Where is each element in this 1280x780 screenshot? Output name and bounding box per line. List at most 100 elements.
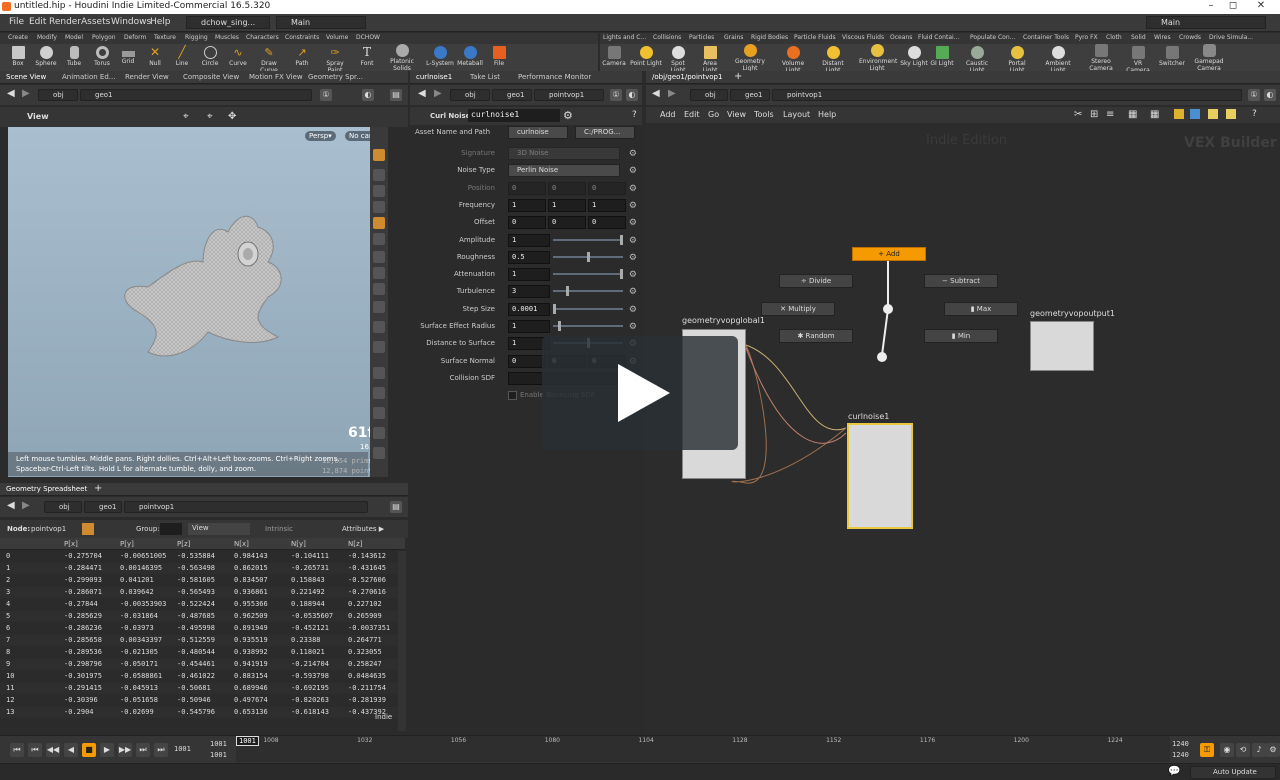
tool-point-light[interactable]: Point Light (630, 46, 662, 67)
tool-metaball[interactable]: Metaball (456, 46, 484, 67)
chat-icon[interactable]: 💬 (1168, 766, 1180, 777)
table-row[interactable]: 12 -0.30396 -0.051658 -0.50946 0.497674 -0.82… (0, 695, 398, 706)
sticky-icon[interactable] (1208, 109, 1218, 119)
shelf-tab-particle-fluids[interactable]: Particle Fluids (794, 34, 836, 41)
tool-sky-light[interactable]: Sky Light (900, 46, 928, 67)
end-frame-field[interactable]: 1240 (1172, 740, 1189, 748)
tool-grid[interactable]: Grid (114, 46, 142, 65)
table-row[interactable]: 1 -0.284471 0.00146395 -0.563498 0.862015 -0.… (0, 563, 398, 574)
add-tab-icon[interactable]: + (734, 71, 742, 82)
current-frame-field[interactable]: 1001 (174, 745, 191, 753)
color-palette-icon[interactable] (1174, 109, 1184, 119)
tool-tube[interactable]: Tube (60, 46, 88, 67)
shape-palette-icon[interactable] (1190, 109, 1200, 119)
jump-end-button[interactable]: ⏭ (154, 743, 168, 757)
back-arrow-icon[interactable]: ◀ (7, 88, 15, 99)
add-node-button[interactable]: + Add (852, 247, 926, 261)
node-name-field[interactable]: curlnoise1 (468, 109, 560, 122)
gear-icon[interactable]: ⚙ (629, 201, 637, 211)
shelf-tab-texture[interactable]: Texture (154, 34, 176, 41)
col-ny[interactable]: N[y] (291, 540, 306, 548)
tab-geometry-spreadsheet[interactable]: Geometry Spreadsheet (6, 485, 87, 493)
col-nx[interactable]: N[x] (234, 540, 249, 548)
link-icon[interactable]: ◐ (1264, 89, 1276, 101)
main-selector[interactable]: Main (276, 16, 366, 29)
tool-caustic-light[interactable]: Caustic Light (960, 46, 994, 74)
shelf-tab-solid[interactable]: Solid (1131, 34, 1146, 41)
shelf-tab-cloth[interactable]: Cloth (1106, 34, 1122, 41)
param-field[interactable]: 0 (548, 216, 586, 230)
display-options-icon[interactable] (373, 149, 385, 161)
col-py[interactable]: P[y] (120, 540, 134, 548)
param-field[interactable]: 3 (508, 285, 550, 299)
shelf-tab-deform[interactable]: Deform (124, 34, 146, 41)
video-play-overlay[interactable] (542, 336, 738, 450)
tool-portal-light[interactable]: Portal Light (1000, 46, 1034, 74)
slider-handle[interactable] (620, 234, 623, 245)
shelf-tab-create[interactable]: Create (8, 34, 28, 41)
right-main-selector[interactable]: Main (1146, 16, 1266, 29)
viewport[interactable]: Persp▾ No cam▾ 61fps 16.27ms 12,854 prim… (8, 127, 388, 477)
vp-options-icon[interactable] (373, 447, 385, 459)
net-menu-tools[interactable]: Tools (754, 110, 774, 119)
tool-switcher[interactable]: Switcher (1158, 46, 1186, 67)
grid-icon[interactable]: ▦ (1128, 109, 1137, 120)
table-row[interactable]: 9 -0.298796 -0.050171 -0.454461 0.941919 -0.2… (0, 659, 398, 670)
tab-performance-monitor[interactable]: Performance Monitor (518, 73, 591, 81)
path-geo1[interactable]: geo1 (80, 89, 312, 101)
table-row[interactable]: 0 -0.275704 -0.00651005 -0.535884 0.984143 -0… (0, 551, 398, 562)
tab-take-list[interactable]: Take List (470, 73, 500, 81)
forward-arrow-icon[interactable]: ▶ (22, 88, 30, 99)
tool-path[interactable]: ↗ Path (288, 46, 316, 67)
shelf-tab-populate[interactable]: Populate Con... (970, 34, 1015, 41)
shelf-tab-dchow[interactable]: DCHOW (356, 34, 380, 41)
param-field[interactable]: 1 (508, 233, 550, 247)
shelf-tab-model[interactable]: Model (65, 34, 83, 41)
ghost-icon[interactable] (373, 169, 385, 181)
bounce-checkbox[interactable] (508, 391, 517, 400)
gear-icon[interactable]: ⚙ (629, 184, 637, 194)
curlnoise1-node[interactable] (847, 423, 913, 529)
shelf-tab-modify[interactable]: Modify (37, 34, 57, 41)
slider-handle[interactable] (553, 303, 556, 314)
geometryvopoutput1-node[interactable] (1030, 321, 1094, 371)
param-field[interactable]: 1 (548, 198, 586, 212)
link-icon[interactable]: ◐ (626, 89, 638, 101)
path-pointvop1[interactable]: pointvop1 (534, 89, 604, 101)
path-geo1[interactable]: geo1 (730, 89, 770, 101)
table-row[interactable]: 6 -0.286236 -0.03973 -0.495998 0.891949 -0.45… (0, 623, 398, 634)
safe-area-icon[interactable] (373, 367, 385, 379)
min-node-button[interactable]: ▮ Min (924, 329, 998, 343)
start-frame-field-2[interactable]: 1001 (210, 751, 227, 759)
param-field[interactable]: 0 (588, 181, 626, 195)
step-back-button[interactable]: ◀◀ (46, 743, 60, 757)
table-row[interactable]: 10 -0.301975 -0.0588861 -0.461022 0.883154 -0… (0, 671, 398, 682)
shelf-tab-polygon[interactable]: Polygon (92, 34, 116, 41)
tool-geometry-light[interactable]: Geometry Light (734, 44, 766, 72)
path-pointvop1[interactable]: pointvop1 (772, 89, 1242, 101)
tool-camera[interactable]: Camera (600, 46, 628, 67)
slider-handle[interactable] (566, 286, 570, 297)
tool-circle[interactable]: Circle (196, 46, 224, 67)
col-nz[interactable]: N[z] (348, 540, 362, 548)
transform-icon[interactable]: ✥ (228, 111, 236, 122)
link-icon[interactable]: ◐ (362, 89, 374, 101)
forward-arrow-icon[interactable]: ▶ (668, 88, 676, 99)
gear-icon[interactable]: ⚙ (563, 109, 573, 122)
path-geo1[interactable]: geo1 (84, 501, 122, 513)
tool-sphere[interactable]: Sphere (32, 46, 60, 67)
home-icon[interactable] (373, 407, 385, 419)
shelf-tab-container-tools[interactable]: Container Tools (1023, 34, 1069, 41)
menu-edit[interactable]: Edit (29, 17, 46, 27)
tab-geometry-spreadsheet[interactable]: Geometry Spr... (308, 73, 363, 81)
start-frame-field[interactable]: 1001 (210, 740, 227, 748)
realtime-icon[interactable]: ◉ (1220, 743, 1234, 757)
menu-help[interactable]: Help (150, 17, 171, 27)
param-field[interactable]: 0.0001 (508, 302, 550, 316)
table-row[interactable]: 5 -0.285629 -0.031864 -0.487685 0.962509 -0.0… (0, 611, 398, 622)
gear-icon[interactable]: ⚙ (629, 218, 637, 228)
gear-icon[interactable]: ⚙ (629, 149, 637, 159)
net-menu-add[interactable]: Add (660, 110, 676, 119)
tool-spot-light[interactable]: Spot Light (664, 46, 692, 74)
param-menu[interactable]: Perlin Noise (508, 164, 620, 178)
